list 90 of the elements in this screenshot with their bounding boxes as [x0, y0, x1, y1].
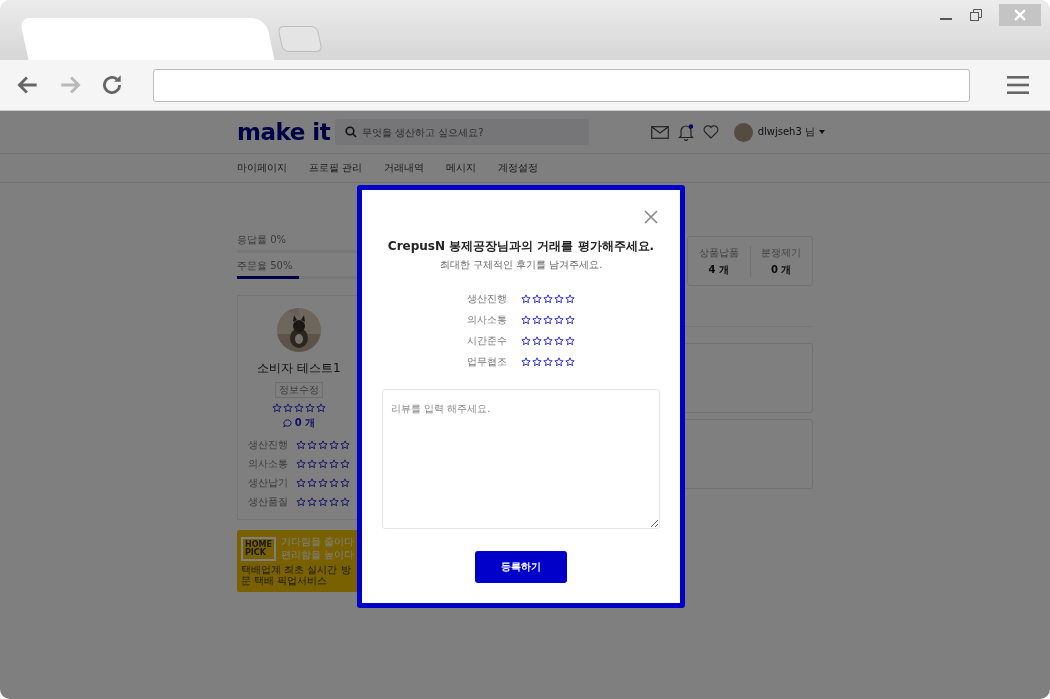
nav-link[interactable]: 계정설정	[498, 161, 539, 175]
rate-label: 응답률 0%	[237, 233, 288, 247]
star-outline-icon	[543, 315, 553, 325]
star-outline-icon	[283, 403, 293, 413]
caret-icon	[819, 130, 825, 134]
rate-label: 주문율 50%	[237, 259, 294, 273]
star-outline-icon	[565, 315, 575, 325]
close-icon	[644, 210, 658, 224]
star-outline-icon	[316, 403, 326, 413]
star-outline-icon	[329, 478, 339, 488]
stat-value: 4 개	[707, 262, 730, 277]
star-outline-icon	[532, 336, 542, 346]
nav-link[interactable]: 메시지	[446, 161, 477, 175]
dialog-title: CrepusN 봉제공장님과의 거래를 평가해주세요.	[387, 238, 655, 255]
star-outline-icon	[318, 497, 328, 507]
star-outline-icon	[340, 497, 350, 507]
star-outline-icon	[521, 315, 531, 325]
search-icon	[345, 126, 357, 138]
close-button[interactable]	[642, 208, 660, 226]
star-outline-icon	[307, 459, 317, 469]
star-outline-icon	[565, 357, 575, 367]
star-outline-icon	[521, 357, 531, 367]
star-outline-icon	[554, 336, 564, 346]
nav-link[interactable]: 프로필 관리	[309, 161, 363, 175]
star-outline-icon	[272, 403, 282, 413]
star-outline-icon	[329, 459, 339, 469]
star-outline-icon	[565, 294, 575, 304]
star-outline-icon	[340, 440, 350, 450]
star-outline-icon	[305, 403, 315, 413]
star-outline-icon	[543, 294, 553, 304]
user-menu[interactable]: dlwjseh3 님	[757, 125, 825, 139]
search-field[interactable]: 무엇을 생산하고 싶으세요?	[335, 119, 589, 145]
star-outline-icon	[543, 336, 553, 346]
star-outline-icon	[318, 459, 328, 469]
star-outline-icon	[521, 336, 531, 346]
avatar	[733, 122, 753, 142]
star-outline-icon	[296, 478, 306, 488]
star-outline-icon	[554, 315, 564, 325]
rating-label: 생산납기	[248, 476, 288, 490]
star-outline-icon	[329, 440, 339, 450]
star-outline-icon	[318, 440, 328, 450]
star-outline-icon	[554, 294, 564, 304]
star-outline-icon	[554, 357, 564, 367]
star-outline-icon	[318, 478, 328, 488]
rating-label: 시간준수	[467, 334, 507, 348]
dialog-subtitle: 최대한 구체적인 후기를 남겨주세요.	[439, 258, 603, 272]
banner-headline: 기다림을 줄이다	[280, 536, 355, 549]
star-outline-icon	[294, 403, 304, 413]
nav-link[interactable]: 거래내역	[384, 161, 425, 175]
star-outline-icon	[307, 497, 317, 507]
menu-icon[interactable]	[1006, 74, 1030, 96]
star-outline-icon	[307, 440, 317, 450]
banner-headline: 편리함을 높이다	[280, 548, 355, 561]
rating-label: 업무협조	[467, 355, 507, 369]
star-outline-icon	[296, 497, 306, 507]
profile-name: 소비자 테스트1	[257, 360, 341, 377]
star-outline-icon	[532, 294, 542, 304]
speech-bubble-icon	[282, 418, 292, 428]
submit-button[interactable]: 등록하기	[475, 551, 567, 583]
banner-caption: 택배업계 최초 실시간 방문 택배 픽업서비스	[241, 564, 352, 586]
star-outline-icon	[329, 497, 339, 507]
edit-profile-button[interactable]: 정보수정	[275, 382, 323, 398]
stat-value: 0 개	[770, 262, 793, 277]
star-outline-icon	[532, 357, 542, 367]
home-pick-logo: HOME PICK	[241, 536, 276, 561]
rating-label: 의사소통	[467, 313, 507, 327]
rating-label: 생산진행	[248, 438, 288, 452]
bell-icon[interactable]	[677, 123, 694, 141]
star-outline-icon	[565, 336, 575, 346]
star-outline-icon	[340, 478, 350, 488]
review-field[interactable]: 리뷰를 입력 해주세요.	[382, 389, 660, 529]
nav-link[interactable]: 마이페이지	[237, 161, 287, 175]
rating-label: 생산품질	[248, 495, 288, 509]
rating-label: 생산진행	[467, 292, 507, 306]
star-outline-icon	[307, 478, 317, 488]
review-count-text: 0 개	[294, 416, 316, 430]
star-outline-icon	[340, 459, 350, 469]
logo[interactable]: make it	[237, 119, 335, 145]
rating-label: 의사소통	[248, 457, 288, 471]
star-outline-icon	[296, 459, 306, 469]
restore-icon[interactable]	[969, 8, 983, 22]
star-outline-icon	[543, 357, 553, 367]
star-outline-icon	[521, 294, 531, 304]
stat-label: 상품납품	[697, 245, 740, 260]
mail-icon[interactable]	[650, 125, 669, 139]
close-icon	[1013, 8, 1027, 22]
address-field[interactable]	[153, 68, 970, 102]
star-outline-icon	[532, 315, 542, 325]
heart-icon[interactable]	[702, 125, 719, 139]
star-outline-icon	[296, 440, 306, 450]
